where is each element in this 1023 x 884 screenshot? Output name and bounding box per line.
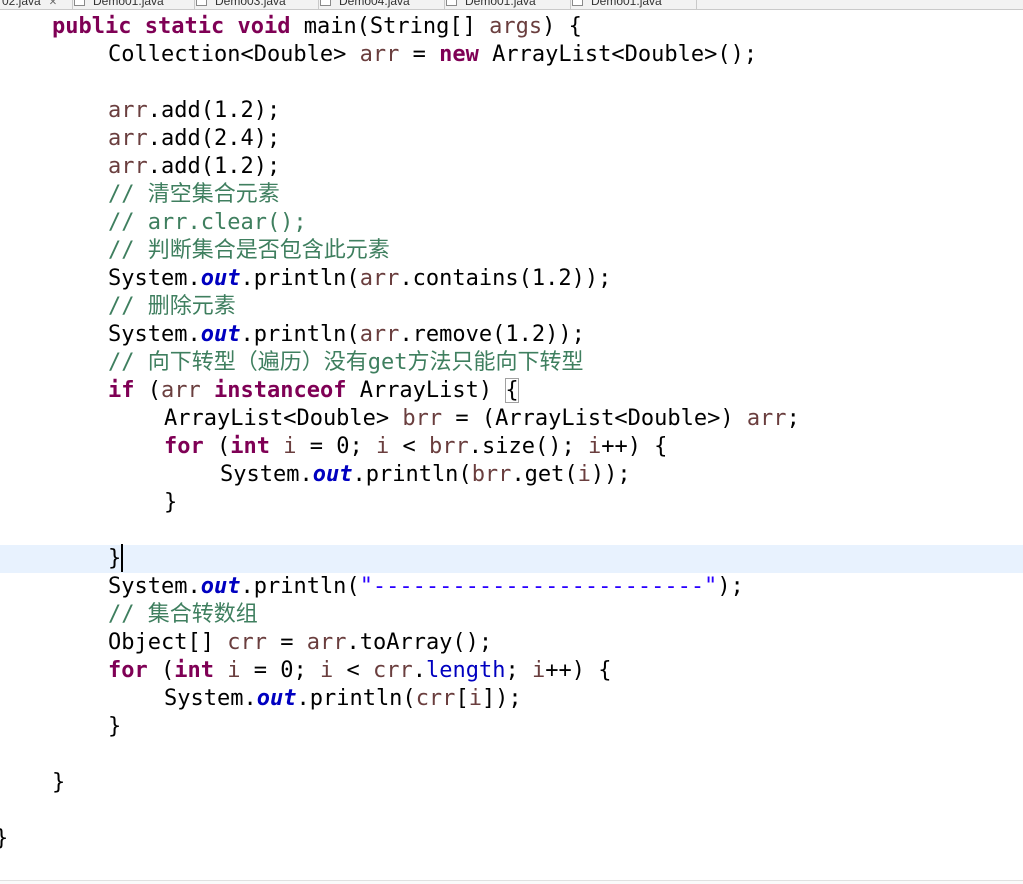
- tab-file[interactable]: Demo01.java: [444, 0, 571, 9]
- tab-label: Demo01.java: [465, 0, 536, 8]
- code-line: }: [108, 714, 122, 739]
- tab-file[interactable]: Demo04.java: [318, 0, 445, 9]
- code-line: ArrayList<Double> brr = (ArrayList<Doubl…: [164, 406, 800, 431]
- editor-tab-bar: 02.java ✕ Demo01.java Demo03.java Demo04.…: [0, 0, 1023, 10]
- tab-label: Demo01.java: [93, 0, 164, 8]
- tab-active-file[interactable]: 02.java ✕: [0, 0, 73, 9]
- tab-label: Demo01.java: [591, 0, 662, 8]
- tab-file[interactable]: Demo01.java: [72, 0, 195, 9]
- code-line: for (int i = 0; i < brr.size(); i++) {: [164, 434, 668, 459]
- code-comment: // 向下转型（遍历）没有get方法只能向下转型: [108, 350, 584, 375]
- java-file-icon: [74, 0, 85, 6]
- tab-file[interactable]: Demo03.java: [194, 0, 319, 9]
- text-cursor: [121, 544, 123, 572]
- code-line: if (arr instanceof ArrayList) {: [108, 378, 519, 403]
- code-comment: // 清空集合元素: [108, 182, 280, 207]
- code-line: }: [52, 770, 66, 795]
- java-file-icon: [572, 0, 583, 6]
- tab-label: 02.java: [2, 0, 41, 8]
- tab-file[interactable]: Demo01.java: [570, 0, 697, 9]
- code-comment: // 删除元素: [108, 294, 236, 319]
- code-line: System.out.println(brr.get(i));: [220, 462, 631, 487]
- code-comment: // arr.clear();: [108, 210, 307, 235]
- code-line: arr.add(1.2);: [108, 154, 281, 179]
- code-line: arr.add(1.2);: [108, 98, 281, 123]
- code-comment: // 集合转数组: [108, 602, 258, 627]
- code-line: Collection<Double> arr = new ArrayList<D…: [108, 42, 758, 67]
- close-icon[interactable]: ✕: [49, 0, 57, 8]
- code-line: System.out.println("--------------------…: [108, 574, 744, 599]
- code-line: }: [0, 825, 8, 853]
- tab-label: Demo03.java: [215, 0, 286, 8]
- code-line: }: [164, 490, 178, 515]
- code-line: arr.add(2.4);: [108, 126, 281, 151]
- current-line-highlight: [0, 545, 1023, 573]
- java-file-icon: [196, 0, 207, 6]
- code-line: for (int i = 0; i < crr.length; i++) {: [108, 658, 612, 683]
- editor-bottom-edge: [0, 880, 1023, 884]
- tab-label: Demo04.java: [339, 0, 410, 8]
- code-comment: // 判断集合是否包含此元素: [108, 238, 390, 263]
- code-line: System.out.println(arr.contains(1.2));: [108, 266, 612, 291]
- code-line: System.out.println(arr.remove(1.2));: [108, 322, 585, 347]
- matching-bracket: {: [505, 378, 519, 403]
- code-line: }: [108, 546, 122, 571]
- code-editor[interactable]: public static void main(String[] args) {…: [0, 10, 1023, 870]
- code-line: public static void main(String[] args) {: [52, 14, 582, 39]
- java-file-icon: [446, 0, 457, 6]
- code-line: Object[] crr = arr.toArray();: [108, 630, 493, 655]
- java-file-icon: [320, 0, 331, 6]
- code-line: System.out.println(crr[i]);: [164, 686, 522, 711]
